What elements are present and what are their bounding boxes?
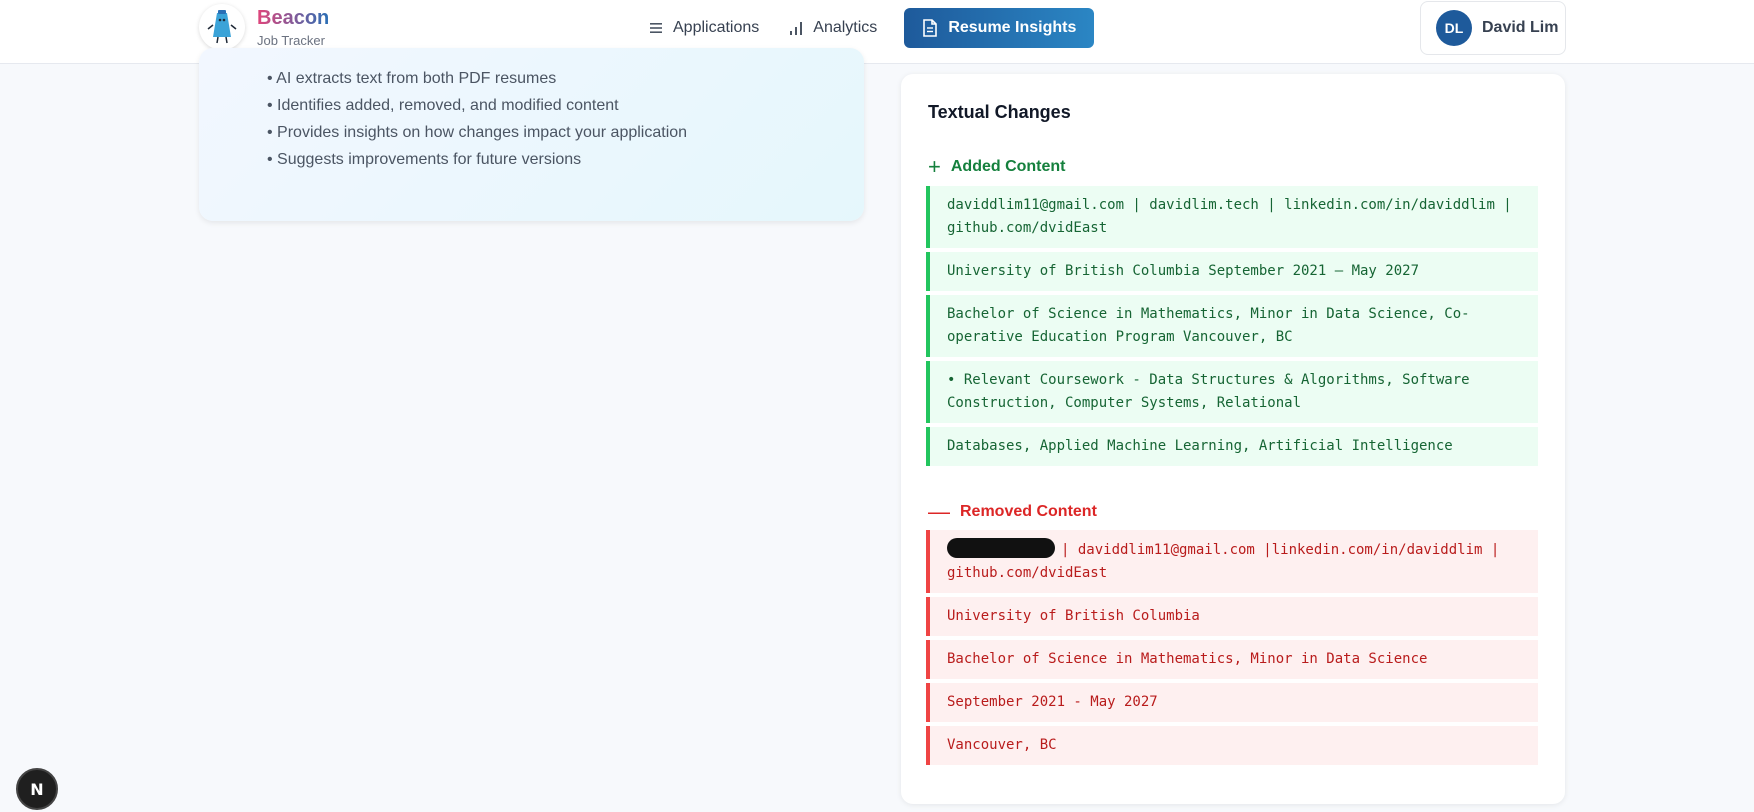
list-item: • Suggests improvements for future versi… — [267, 151, 582, 168]
nav-analytics[interactable]: Analytics — [774, 8, 892, 48]
textual-changes-card: Textual Changes + Added Content daviddli… — [901, 74, 1565, 804]
removed-content-list: | daviddlim11@gmail.com |linkedin.com/in… — [926, 530, 1538, 769]
how-it-works-list: • AI extracts text from both PDF resumes… — [267, 65, 687, 173]
beacon-logo-icon — [199, 4, 245, 50]
list-item: • Provides insights on how changes impac… — [267, 124, 688, 141]
removed-content-title: Removed Content — [960, 503, 1097, 520]
added-content-header: + Added Content — [928, 154, 1066, 179]
card-title: Textual Changes — [928, 102, 1071, 122]
added-content-title: Added Content — [950, 158, 1066, 175]
user-menu[interactable]: DL David Lim — [1420, 1, 1566, 55]
nav-resume-insights-label: Resume Insights — [948, 19, 1077, 36]
added-entry: Databases, Applied Machine Learning, Art… — [926, 427, 1538, 466]
nav-applications-label: Applications — [673, 19, 760, 36]
nav-resume-insights[interactable]: Resume Insights — [904, 8, 1095, 48]
list-icon — [649, 21, 663, 35]
removed-content-header: — Removed Content — [928, 499, 1097, 524]
main-nav: Applications Analytics Resume Insights — [634, 8, 1095, 48]
removed-entry: September 2021 - May 2027 — [926, 683, 1538, 722]
list-item: • AI extracts text from both PDF resumes — [267, 70, 557, 87]
list-item: • Identifies added, removed, and modifie… — [267, 97, 619, 114]
how-it-works-card: • AI extracts text from both PDF resumes… — [199, 48, 864, 221]
plus-icon: + — [928, 154, 941, 179]
removed-entry: Bachelor of Science in Mathematics, Mino… — [926, 640, 1538, 679]
removed-entry: Vancouver, BC — [926, 726, 1538, 765]
document-icon — [922, 19, 938, 37]
brand-name: Beacon — [257, 6, 330, 29]
nav-applications[interactable]: Applications — [634, 8, 774, 48]
removed-entry: University of British Columbia — [926, 597, 1538, 636]
added-content-list: daviddlim11@gmail.com | davidlim.tech | … — [926, 186, 1538, 470]
bar-chart-icon — [789, 21, 803, 35]
brand[interactable]: Beacon Job Tracker — [199, 4, 329, 50]
dev-tools-badge[interactable]: N — [16, 768, 58, 810]
added-entry: • Relevant Coursework - Data Structures … — [926, 361, 1538, 423]
added-entry: University of British Columbia September… — [926, 252, 1538, 291]
nav-analytics-label: Analytics — [813, 19, 878, 36]
added-entry: daviddlim11@gmail.com | davidlim.tech | … — [926, 186, 1538, 248]
minus-icon: — — [928, 499, 950, 524]
added-entry: Bachelor of Science in Mathematics, Mino… — [926, 295, 1538, 357]
redacted-block — [947, 538, 1055, 558]
avatar: DL — [1436, 10, 1472, 46]
user-name: David Lim — [1482, 19, 1559, 36]
brand-subtitle: Job Tracker — [257, 32, 325, 48]
removed-entry: | daviddlim11@gmail.com |linkedin.com/in… — [926, 530, 1538, 593]
